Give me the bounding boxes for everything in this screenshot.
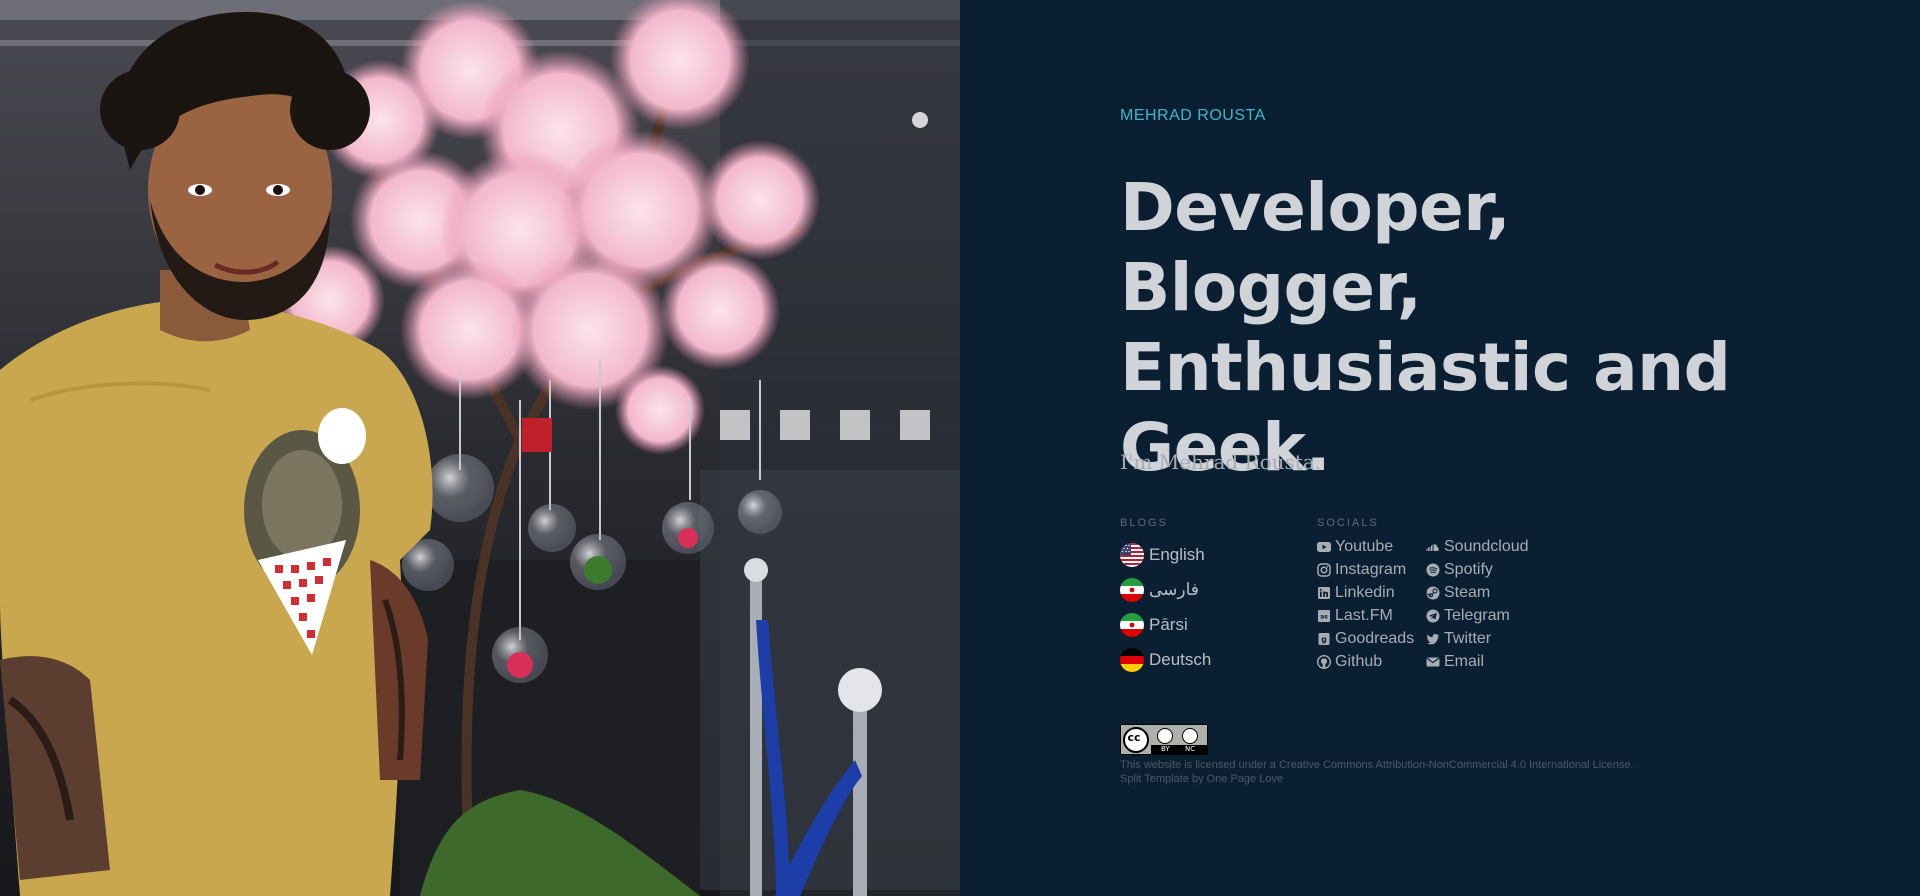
- blog-link-parsi[interactable]: Pārsi: [1120, 607, 1310, 642]
- twitter-icon: [1426, 632, 1440, 646]
- cc-nc-label: NC: [1185, 745, 1196, 753]
- social-label: Last.FM: [1335, 606, 1393, 624]
- social-label: Linkedin: [1335, 583, 1395, 601]
- cc-badge-text: cc: [1127, 731, 1141, 744]
- headline: Developer, Blogger, Enthusiastic and Gee…: [1120, 169, 1731, 486]
- cc-license-badge[interactable]: cc BY NC: [1120, 724, 1208, 755]
- lastfm-icon: as: [1317, 609, 1331, 623]
- social-label: Spotify: [1444, 560, 1493, 578]
- credit-line: Split Template by One Page Love: [1120, 772, 1634, 786]
- cc-by-label: BY: [1161, 745, 1170, 753]
- noncommercial-icon: [1182, 728, 1198, 744]
- license-text: This website is licensed under a Creativ…: [1120, 758, 1634, 786]
- github-icon: [1317, 654, 1331, 669]
- steam-icon: [1426, 586, 1440, 600]
- social-link-github[interactable]: Github: [1317, 650, 1426, 673]
- social-link-steam[interactable]: Steam: [1426, 581, 1566, 604]
- social-label: Telegram: [1444, 606, 1510, 624]
- social-label: Twitter: [1444, 629, 1492, 647]
- us-flag-icon: [1120, 542, 1144, 567]
- socials-section: SOCIALS Youtube Soundcloud Instagram Spo…: [1317, 517, 1617, 673]
- cc-badge-strip: [1151, 745, 1207, 754]
- license-suffix: .: [1630, 759, 1634, 771]
- intro-text: I'm Mehrad Rousta.: [1120, 450, 1322, 474]
- goodreads-icon: g: [1317, 632, 1331, 646]
- content-panel: MEHRAD ROUSTA Developer, Blogger, Enthus…: [960, 0, 1920, 896]
- germany-flag-icon: [1120, 647, 1144, 672]
- attribution-icon: [1157, 728, 1173, 744]
- credit-link[interactable]: One Page Love: [1207, 773, 1283, 785]
- soundcloud-icon: [1426, 540, 1440, 554]
- iran-flag-icon: [1120, 612, 1144, 637]
- blogs-section: BLOGS English فارسی Pārsi Deutsch: [1120, 517, 1310, 677]
- blog-label: English: [1149, 544, 1205, 564]
- social-label: Steam: [1444, 583, 1491, 601]
- envelope-icon: [1426, 655, 1440, 669]
- license-line: This website is licensed under a Creativ…: [1120, 758, 1634, 772]
- social-link-twitter[interactable]: Twitter: [1426, 627, 1566, 650]
- social-label: Instagram: [1335, 560, 1407, 578]
- social-label: Youtube: [1335, 537, 1394, 555]
- iran-flag-icon: [1120, 577, 1144, 602]
- social-link-goodreads[interactable]: g Goodreads: [1317, 627, 1426, 650]
- social-link-youtube[interactable]: Youtube: [1317, 535, 1426, 558]
- social-label: Github: [1335, 652, 1383, 670]
- social-link-lastfm[interactable]: as Last.FM: [1317, 604, 1426, 627]
- social-link-instagram[interactable]: Instagram: [1317, 558, 1426, 581]
- blog-link-farsi[interactable]: فارسی: [1120, 572, 1310, 607]
- telegram-icon: [1426, 609, 1440, 623]
- social-label: Soundcloud: [1444, 537, 1529, 555]
- social-link-linkedin[interactable]: Linkedin: [1317, 581, 1426, 604]
- profile-photo: [0, 0, 960, 896]
- license-link[interactable]: Creative Commons Attribution-NonCommerci…: [1279, 759, 1631, 771]
- social-label: Goodreads: [1335, 629, 1415, 647]
- socials-label: SOCIALS: [1317, 517, 1379, 529]
- blog-label: Pārsi: [1149, 614, 1188, 634]
- youtube-icon: [1317, 540, 1331, 554]
- instagram-icon: [1317, 562, 1331, 577]
- socials-grid: Youtube Soundcloud Instagram Spotify Lin…: [1317, 535, 1617, 673]
- svg-text:as: as: [1320, 613, 1328, 620]
- blog-link-english[interactable]: English: [1120, 537, 1310, 572]
- blog-label: فارسی: [1149, 579, 1199, 599]
- social-link-soundcloud[interactable]: Soundcloud: [1426, 535, 1566, 558]
- license-prefix: This website is licensed under a: [1120, 759, 1279, 771]
- site-name: MEHRAD ROUSTA: [1120, 107, 1266, 124]
- blog-label: Deutsch: [1149, 649, 1212, 669]
- blog-link-deutsch[interactable]: Deutsch: [1120, 642, 1310, 677]
- social-link-spotify[interactable]: Spotify: [1426, 558, 1566, 581]
- credit-prefix: Split Template by: [1120, 773, 1207, 785]
- social-label: Email: [1444, 652, 1485, 670]
- svg-text:g: g: [1321, 635, 1327, 644]
- blogs-label: BLOGS: [1120, 517, 1168, 529]
- social-link-email[interactable]: Email: [1426, 650, 1566, 673]
- linkedin-icon: [1317, 586, 1331, 600]
- spotify-icon: [1426, 563, 1440, 577]
- social-link-telegram[interactable]: Telegram: [1426, 604, 1566, 627]
